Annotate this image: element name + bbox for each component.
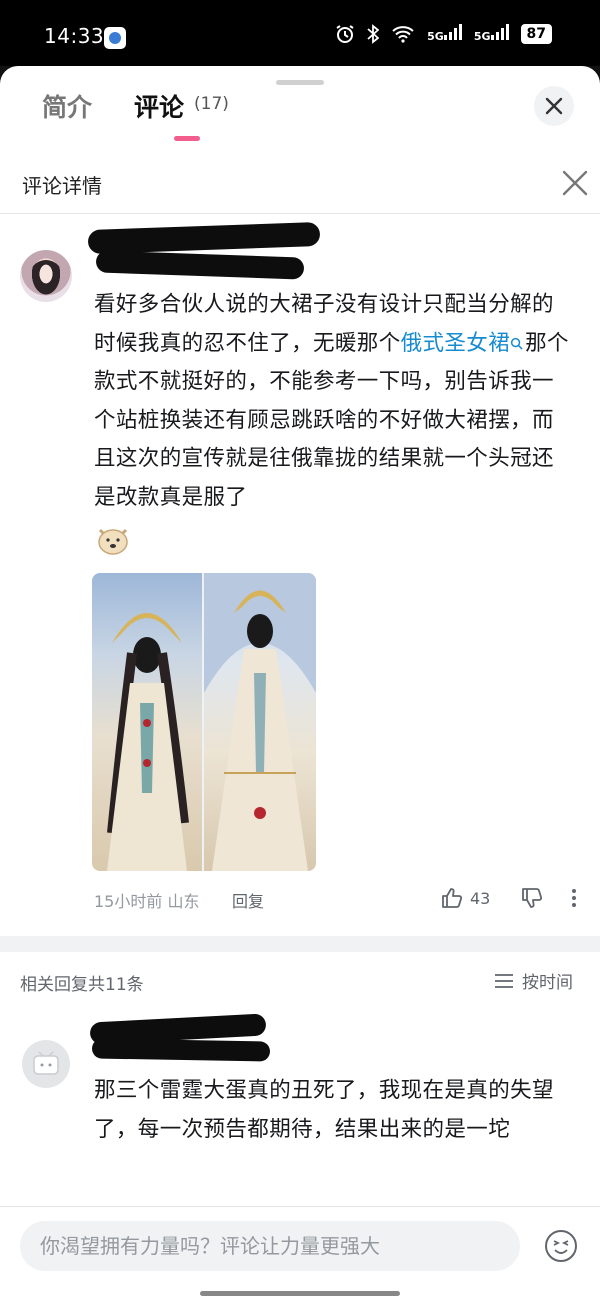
comment-image[interactable] [92,573,316,871]
signal-bars-icon [443,24,462,40]
sort-list-icon [495,973,513,988]
more-options-icon[interactable] [566,886,582,910]
status-bar: 14:33 5G 5G 87 [0,0,600,66]
wifi-icon [392,26,414,43]
tab-comments[interactable]: 评论 [134,88,184,124]
comments-sheet: 简介 评论 (17) 评论详情 看好多合伙人说的大裙子没有设计只配当分解的时候我… [0,66,600,1308]
search-icon [511,337,523,350]
comment-input-bar: 你渴望拥有力量吗？评论让力量更强大 [0,1206,600,1308]
emoji-icon[interactable] [544,1229,578,1263]
alarm-icon [336,25,354,43]
app-notification-icon [104,27,126,49]
avatar[interactable] [22,1040,70,1088]
tab-bar: 简介 评论 (17) [0,66,600,146]
search-link-text: 俄式圣女裙 [400,330,511,356]
home-indicator [200,1291,400,1296]
signal-2: 5G [474,24,509,44]
status-icons: 5G 5G 87 [335,24,552,44]
comment-time-location: 15小时前 山东 [94,892,200,911]
tab-intro[interactable]: 简介 [42,88,92,124]
page-title: 评论详情 [22,174,102,198]
signal-bars-icon [490,24,509,40]
like-button[interactable]: 43 [440,886,490,910]
comment-detail-header: 评论详情 [0,154,600,214]
bluetooth-icon [367,24,380,44]
redacted-username [91,1038,271,1062]
redacted-username [95,250,305,280]
reply-button[interactable]: 回复 [232,888,264,912]
comment-body: 看好多合伙人说的大裙子没有设计只配当分解的时候我真的忍不住了，无暖那个俄式圣女裙… [94,286,574,517]
like-count: 43 [470,888,491,908]
image-thumbnail [204,573,316,871]
comment-text: 那个款式不就挺好的，不能参考一下吗，别告诉我一个站桩换装还有顾忌跳跃啥的不好做大… [94,330,569,510]
battery-indicator: 87 [520,24,552,44]
collapse-button[interactable] [534,86,574,126]
active-tab-indicator [174,136,200,141]
signal-1: 5G [427,24,462,44]
reply-body: 那三个雷霆大蛋真的丑死了，我现在是真的失望了，每一次预告都期待，结果出来的是一坨 [94,1078,554,1142]
sort-label: 按时间 [522,973,573,993]
close-icon [545,97,563,115]
gown-illustration [204,573,316,871]
thumbs-down-icon[interactable] [520,886,544,910]
comment-input[interactable]: 你渴望拥有力量吗？评论让力量更强大 [20,1221,520,1271]
replies-count: 相关回复共11条 [20,975,144,995]
image-thumbnail [92,573,202,871]
sort-toggle[interactable]: 按时间 [494,968,573,993]
dog-emoji-icon [98,528,128,555]
status-time: 14:33 [44,24,105,48]
gown-illustration [107,613,189,871]
close-icon[interactable] [560,168,590,198]
section-divider [0,936,600,952]
tab-comments-count: (17) [194,94,229,114]
thumbs-up-icon [442,888,463,908]
default-avatar-icon [33,1051,59,1075]
search-link[interactable]: 俄式圣女裙 [401,331,526,356]
redacted-username [87,221,321,255]
avatar[interactable] [20,250,72,302]
